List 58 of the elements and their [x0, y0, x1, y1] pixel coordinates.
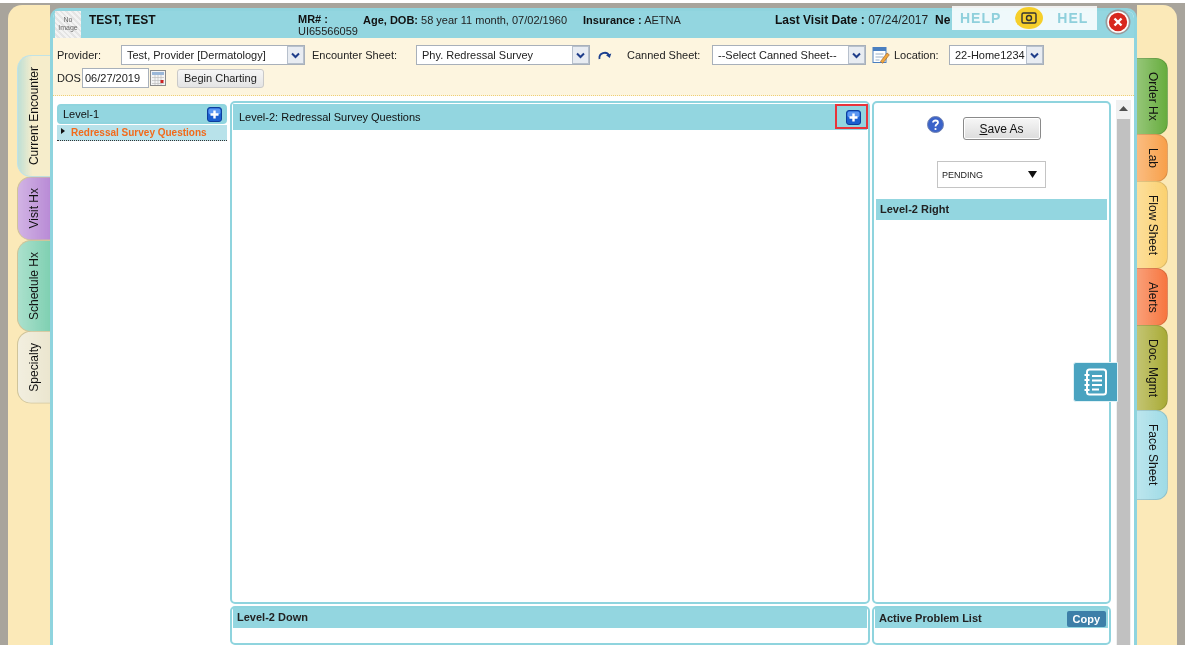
plus-icon[interactable]	[207, 106, 222, 122]
panel-title: Level-2: Redressal Survey Questions	[239, 111, 421, 123]
field-label: Ne	[935, 13, 951, 27]
patient-name: TEST, TEST	[89, 12, 157, 26]
side-tab[interactable]: Specialty	[17, 330, 50, 404]
scrollbar[interactable]	[1116, 100, 1131, 645]
canned-sheet-select[interactable]: --Select Canned Sheet--	[712, 45, 866, 65]
chevron-down-icon[interactable]	[572, 46, 589, 64]
help-icon[interactable]	[926, 116, 944, 133]
field-label: Last Visit Date :	[775, 13, 865, 27]
section-header: Level-2 Down	[233, 608, 867, 629]
field-label: MR# :	[298, 13, 328, 25]
status-select[interactable]: PENDING	[937, 161, 1046, 188]
field-label: Age, DOB:	[363, 14, 418, 26]
copy-button[interactable]: Copy	[1066, 611, 1106, 628]
side-tab[interactable]: Alerts	[1137, 267, 1168, 327]
caret-down-icon[interactable]	[1028, 171, 1037, 178]
chevron-down-icon[interactable]	[848, 46, 865, 64]
section-header: Level-2 Right	[876, 199, 1107, 220]
side-tab[interactable]: Order Hx	[1137, 58, 1168, 135]
save-as-button[interactable]: Save As	[962, 117, 1041, 140]
notebook-icon	[1083, 368, 1108, 396]
curved-arrow-icon[interactable]	[597, 49, 612, 61]
side-tab[interactable]: Visit Hx	[17, 176, 50, 241]
side-tab[interactable]: Face Sheet	[1137, 410, 1168, 500]
side-tab[interactable]: Doc. Mgmt	[1137, 325, 1168, 412]
caret-icon[interactable]	[61, 127, 65, 134]
field-label: Insurance :	[583, 14, 642, 26]
field-label: Provider:	[57, 49, 103, 61]
camera-icon[interactable]	[1015, 7, 1044, 29]
field-label: Encounter Sheet:	[312, 49, 398, 61]
calendar-icon[interactable]	[150, 70, 166, 86]
field-value: UI65566059	[298, 25, 358, 37]
chevron-down-icon[interactable]	[1026, 46, 1043, 64]
field-value: AETNA	[644, 14, 681, 26]
side-tab[interactable]: Schedule Hx	[17, 239, 50, 332]
scroll-up-icon[interactable]	[1119, 106, 1128, 111]
encounter-sheet-select[interactable]: Phy. Redressal Survey	[416, 45, 590, 65]
begin-charting-button[interactable]: Begin Charting	[177, 68, 264, 88]
side-tab[interactable]: Current Encounter	[17, 55, 50, 178]
side-tab[interactable]: Flow Sheet	[1137, 180, 1168, 269]
location-select[interactable]: 22-Home1234	[949, 45, 1044, 65]
provider-select[interactable]: Test, Provider [Dermatology]	[121, 45, 305, 65]
date-field[interactable]: 06/27/2019	[82, 68, 149, 88]
field-label: DOS	[57, 72, 82, 84]
side-tab[interactable]: Lab	[1137, 133, 1168, 182]
field-value: 07/24/2017	[868, 13, 929, 27]
close-button[interactable]	[1105, 9, 1131, 35]
panel-title: Active Problem List	[879, 612, 982, 625]
field-label: Canned Sheet:	[627, 49, 702, 61]
panel-title: Level-1	[63, 108, 100, 120]
notepad-pencil-icon[interactable]	[872, 46, 890, 64]
notes-button[interactable]	[1073, 362, 1118, 402]
field-label: Location:	[894, 49, 940, 61]
field-value: 58 year 11 month, 07/02/1960	[421, 14, 568, 26]
plus-icon[interactable]	[846, 110, 861, 125]
chevron-down-icon[interactable]	[287, 46, 304, 64]
scrollbar-thumb[interactable]	[1117, 119, 1130, 645]
